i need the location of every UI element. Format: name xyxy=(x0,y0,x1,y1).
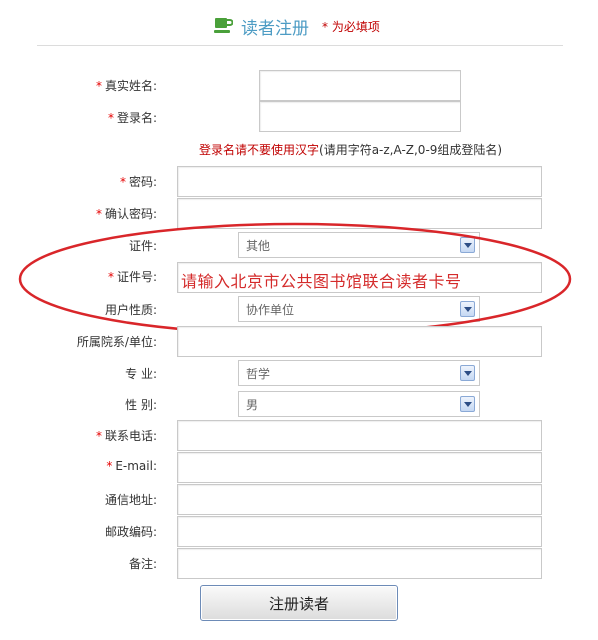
address-label: 通信地址: xyxy=(104,493,157,507)
email-label: * E-mail: xyxy=(106,459,157,473)
login-name-input[interactable] xyxy=(259,101,461,132)
required-star: * xyxy=(95,429,102,443)
address-input[interactable] xyxy=(177,484,542,515)
major-label: 专 业: xyxy=(125,367,157,381)
required-star: * xyxy=(95,79,102,93)
department-label: 所属院系/单位: xyxy=(76,335,157,349)
header-divider xyxy=(37,45,563,46)
remark-label: 备注: xyxy=(128,557,157,571)
major-select[interactable]: 哲学 xyxy=(238,360,480,386)
department-input[interactable] xyxy=(177,326,542,357)
register-reader-button[interactable]: 注册读者 xyxy=(200,585,398,621)
page-title: 读者注册 xyxy=(241,19,309,39)
remark-input[interactable] xyxy=(177,548,542,579)
major-value: 哲学 xyxy=(246,367,271,381)
phone-input[interactable] xyxy=(177,420,542,451)
email-input[interactable] xyxy=(177,452,542,483)
required-star: * xyxy=(107,111,114,125)
postcode-input[interactable] xyxy=(177,516,542,547)
chevron-down-icon[interactable] xyxy=(460,365,475,381)
phone-label: * 联系电话: xyxy=(95,429,157,443)
gender-label: 性 别: xyxy=(125,398,157,412)
chevron-down-icon[interactable] xyxy=(460,396,475,412)
password-input[interactable] xyxy=(177,166,542,197)
password-label: * 密码: xyxy=(119,175,157,189)
real-name-input[interactable] xyxy=(259,70,461,101)
gender-select[interactable]: 男 xyxy=(238,391,480,417)
cup-icon xyxy=(214,18,233,33)
required-star: * xyxy=(106,459,113,473)
highlight-ellipse xyxy=(18,222,572,336)
postcode-label: 邮政编码: xyxy=(104,525,157,539)
login-name-label: * 登录名: xyxy=(107,111,157,125)
real-name-label: * 真实姓名: xyxy=(95,79,157,93)
login-name-hint: 登录名请不要使用汉字(请用字符a-z,A-Z,0-9组成登陆名) xyxy=(199,143,503,157)
required-star: * xyxy=(119,175,126,189)
gender-value: 男 xyxy=(246,398,259,412)
page-header: 读者注册 * 为必填项 xyxy=(0,0,598,46)
required-note: * 为必填项 xyxy=(322,20,380,34)
